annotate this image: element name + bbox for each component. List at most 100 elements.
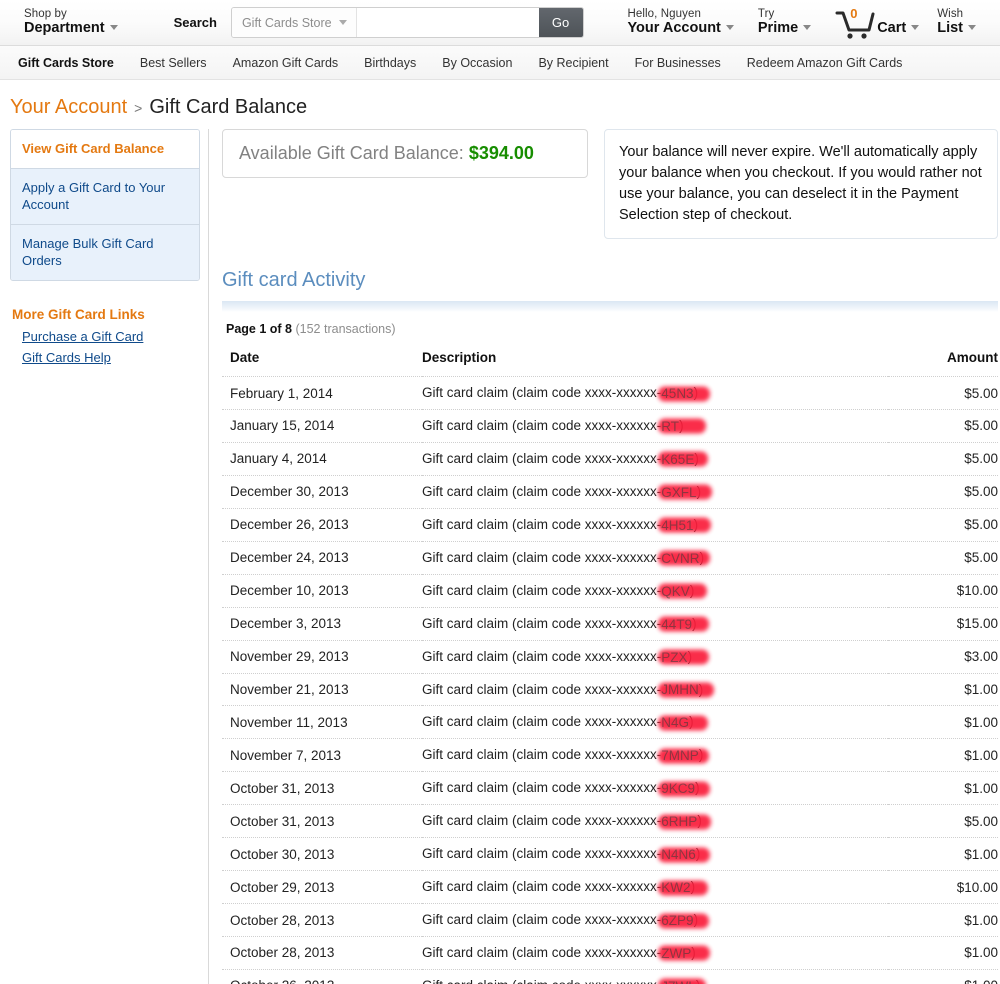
- cell-date: November 29, 2013: [222, 639, 422, 673]
- cell-description: Gift card claim (claim code xxxx-xxxxxx-…: [422, 936, 888, 970]
- cell-date: December 26, 2013: [222, 507, 422, 542]
- redacted-claim-code: 45N3: [658, 386, 711, 401]
- cell-description: Gift card claim (claim code xxxx-xxxxxx-…: [422, 441, 888, 476]
- cart-icon: 0: [833, 6, 875, 40]
- table-row: November 29, 2013 Gift card claim (claim …: [222, 639, 998, 673]
- claim-code-text: ZWP: [661, 945, 692, 961]
- claim-code-text: JMHN: [661, 682, 699, 698]
- cell-description: Gift card claim (claim code xxxx-xxxxxx-…: [422, 376, 888, 410]
- subnav-item-by-occasion[interactable]: By Occasion: [442, 56, 512, 70]
- redacted-claim-code: 6RHP: [658, 814, 712, 830]
- sidebar-item-manage-bulk-gift-card-orders[interactable]: Manage Bulk Gift Card Orders: [11, 224, 199, 280]
- claim-code-text: 7MNP: [661, 748, 699, 764]
- gift-cards-subnav: Gift Cards Store Best Sellers Amazon Gift …: [0, 46, 1000, 80]
- cell-date: January 15, 2014: [222, 409, 422, 443]
- search-input[interactable]: [356, 8, 539, 37]
- sidebar-menu: View Gift Card Balance Apply a Gift Card …: [10, 129, 200, 281]
- redacted-claim-code: KW2: [658, 880, 709, 896]
- cell-date: October 31, 2013: [222, 804, 422, 838]
- redacted-claim-code: 6ZP9: [658, 913, 710, 928]
- table-row: December 10, 2013 Gift card claim (claim …: [222, 573, 998, 608]
- search-scope-dropdown[interactable]: Gift Cards Store: [231, 8, 357, 37]
- redacted-claim-code: QKV: [658, 583, 708, 599]
- sidebar: View Gift Card Balance Apply a Gift Card …: [10, 129, 209, 984]
- cell-description: Gift card claim (claim code xxxx-xxxxxx-…: [422, 507, 888, 542]
- table-row: November 7, 2013 Gift card claim (claim c…: [222, 738, 998, 772]
- wish-list-line2: List: [937, 21, 976, 36]
- main-content: Available Gift Card Balance: $394.00 You…: [200, 129, 1000, 984]
- claim-code-text: 6ZP9: [661, 913, 694, 928]
- table-row: October 31, 2013 Gift card claim (claim c…: [222, 804, 998, 838]
- cell-amount: $5.00: [888, 804, 998, 838]
- cell-date: February 1, 2014: [222, 376, 422, 410]
- search-label: Search: [173, 15, 217, 30]
- column-header-description: Description: [422, 350, 497, 366]
- cell-date: October 30, 2013: [222, 837, 422, 871]
- page-body: View Gift Card Balance Apply a Gift Card …: [0, 129, 1000, 984]
- cell-description: Gift card claim (claim code xxxx-xxxxxx-…: [422, 474, 888, 509]
- cell-description: Gift card claim (claim code xxxx-xxxxxx-…: [422, 968, 888, 984]
- cell-amount: $5.00: [888, 474, 998, 509]
- table-row: November 21, 2013 Gift card claim (claim …: [222, 672, 998, 706]
- your-account-label: Your Account: [627, 21, 734, 36]
- redacted-claim-code: 4H51: [658, 517, 712, 533]
- chevron-down-icon: [803, 25, 812, 31]
- table-row: December 3, 2013 Gift card claim (claim c…: [222, 606, 998, 641]
- redacted-claim-code: 7MNP: [658, 748, 710, 764]
- breadcrumb: Your Account > Gift Card Balance: [0, 80, 1000, 129]
- available-balance-label: Available Gift Card Balance:: [239, 143, 464, 163]
- try-prime-line1: Try: [757, 8, 775, 21]
- subnav-item-best-sellers[interactable]: Best Sellers: [140, 56, 207, 70]
- cell-date: January 4, 2014: [222, 441, 422, 476]
- table-row: October 30, 2013 Gift card claim (claim c…: [222, 837, 998, 871]
- cart-button[interactable]: 0 Cart: [823, 6, 925, 40]
- subnav-item-gift-cards-store[interactable]: Gift Cards Store: [18, 56, 114, 70]
- sidebar-item-view-gift-card-balance[interactable]: View Gift Card Balance: [11, 130, 199, 169]
- cell-date: October 26, 2013: [222, 968, 422, 984]
- subnav-item-for-businesses[interactable]: For Businesses: [635, 56, 721, 70]
- try-prime-menu[interactable]: Try Prime: [746, 8, 823, 36]
- cell-amount: $1.00: [888, 738, 998, 772]
- redacted-claim-code: 9KC9: [658, 781, 711, 797]
- subnav-item-amazon-gift-cards[interactable]: Amazon Gift Cards: [233, 56, 339, 70]
- subnav-item-redeem-amazon-gift-cards[interactable]: Redeem Amazon Gift Cards: [747, 56, 903, 70]
- shop-by-line1: Shop by: [24, 8, 67, 21]
- cell-description: Gift card claim (claim code xxxx-xxxxxx-…: [422, 870, 888, 904]
- your-account-menu[interactable]: Hello, Nguyen Your Account: [615, 8, 745, 36]
- cell-date: December 24, 2013: [222, 540, 422, 575]
- cell-amount: $1.00: [888, 903, 998, 937]
- sidebar-link-purchase-a-gift-card[interactable]: Purchase a Gift Card: [22, 329, 200, 344]
- breadcrumb-your-account-link[interactable]: Your Account: [10, 96, 127, 119]
- cell-date: November 21, 2013: [222, 672, 422, 706]
- shop-by-department-menu[interactable]: Shop by Department: [18, 8, 124, 36]
- cell-amount: $5.00: [888, 409, 998, 443]
- sidebar-link-gift-cards-help[interactable]: Gift Cards Help: [22, 350, 200, 365]
- sidebar-item-apply-a-gift-card-to-your-account[interactable]: Apply a Gift Card to Your Account: [11, 168, 199, 225]
- table-row: December 30, 2013 Gift card claim (claim …: [222, 474, 998, 509]
- cell-amount: $10.00: [888, 573, 998, 608]
- gift-card-activity-heading: Gift card Activity: [222, 269, 366, 292]
- cell-description: Gift card claim (claim code xxxx-xxxxxx-…: [422, 672, 888, 706]
- subnav-item-by-recipient[interactable]: By Recipient: [538, 56, 608, 70]
- subnav-item-birthdays[interactable]: Birthdays: [364, 56, 416, 70]
- gift-card-activity-table: Date Description Amount February 1, 2014…: [222, 350, 998, 984]
- redacted-claim-code: PZX: [658, 649, 710, 665]
- claim-code-text: 4H51: [661, 517, 694, 533]
- cell-amount: $1.00: [888, 837, 998, 871]
- wish-list-line1: Wish: [937, 8, 964, 21]
- claim-code-text: N4N6: [661, 847, 696, 863]
- cell-description: Gift card claim (claim code xxxx-xxxxxx-…: [422, 606, 888, 641]
- more-gift-card-links-title: More Gift Card Links: [12, 306, 145, 322]
- chevron-down-icon: [968, 25, 976, 31]
- claim-code-text: QKV: [661, 583, 690, 599]
- cell-amount: $10.00: [888, 870, 998, 904]
- cell-description: Gift card claim (claim code xxxx-xxxxxx-…: [422, 409, 888, 443]
- cell-date: October 29, 2013: [222, 870, 422, 904]
- cell-date: October 31, 2013: [222, 771, 422, 805]
- cell-date: October 28, 2013: [222, 936, 422, 970]
- search-go-button[interactable]: Go: [538, 8, 583, 37]
- table-row: December 24, 2013 Gift card claim (claim …: [222, 540, 998, 575]
- cell-description: Gift card claim (claim code xxxx-xxxxxx-…: [422, 837, 888, 871]
- cart-count-badge: 0: [850, 5, 858, 21]
- wish-list-menu[interactable]: Wish List: [925, 8, 988, 36]
